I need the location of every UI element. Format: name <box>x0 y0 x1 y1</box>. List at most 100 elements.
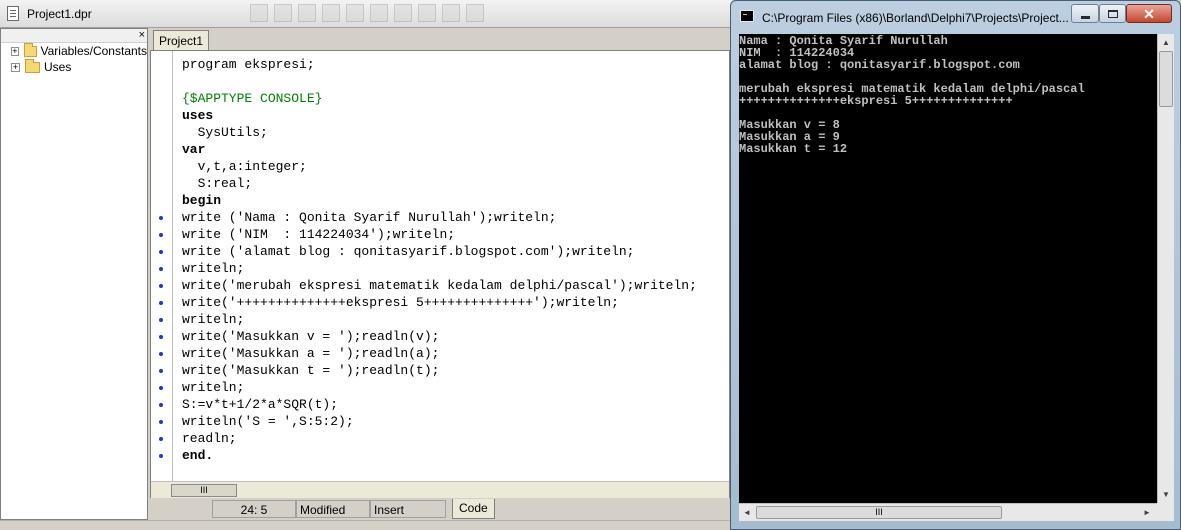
code-line[interactable]: end. <box>182 447 697 464</box>
code-line[interactable]: write('Masukkan a = ');readln(a); <box>182 345 697 362</box>
executable-line-marker <box>159 233 163 237</box>
tree-item-label: Variables/Constants <box>40 44 148 58</box>
executable-line-marker <box>159 318 163 322</box>
console-app-icon <box>740 10 754 22</box>
console-text: Nama : Qonita Syarif Nurullah NIM : 11422… <box>739 35 1157 155</box>
tab-code[interactable]: Code <box>452 499 495 519</box>
ide-titlebar[interactable]: Project1.dpr <box>0 0 732 28</box>
toolbar-button <box>346 4 364 22</box>
code-line[interactable]: S:=v*t+1/2*a*SQR(t); <box>182 396 697 413</box>
expand-icon[interactable]: + <box>11 46 19 56</box>
executable-line-marker <box>159 352 163 356</box>
maximize-button[interactable] <box>1099 4 1126 23</box>
executable-line-marker <box>159 403 163 407</box>
toolbar-button <box>370 4 388 22</box>
tab-project1[interactable]: Project1 <box>153 30 210 51</box>
code-line[interactable]: uses <box>182 107 697 124</box>
console-title: C:\Program Files (x86)\Borland\Delphi7\P… <box>762 11 1069 25</box>
minimize-icon <box>1080 15 1090 19</box>
scroll-down-arrow[interactable]: ▼ <box>1158 486 1174 503</box>
scroll-thumb[interactable] <box>1159 51 1173 107</box>
code-line[interactable]: write ('NIM : 114224034');writeln; <box>182 226 697 243</box>
scrollbar-corner <box>1157 503 1174 521</box>
code-line[interactable]: writeln; <box>182 379 697 396</box>
folder-icon <box>25 58 40 73</box>
executable-line-marker <box>159 267 163 271</box>
scroll-up-arrow[interactable]: ▲ <box>1158 34 1174 51</box>
maximize-icon <box>1107 9 1118 18</box>
tree-item-uses[interactable]: + Uses <box>1 58 147 75</box>
ide-bottom-edge <box>0 520 732 530</box>
executable-line-marker <box>159 369 163 373</box>
toolbar-button <box>250 4 268 22</box>
executable-line-marker <box>159 250 163 254</box>
code-line[interactable]: write ('Nama : Qonita Syarif Nurullah');… <box>182 209 697 226</box>
scroll-thumb[interactable]: III <box>756 506 1002 519</box>
code-line[interactable]: begin <box>182 192 697 209</box>
toolbar-button <box>274 4 292 22</box>
editor-tabbar: Project1 <box>150 28 730 51</box>
executable-line-marker <box>159 284 163 288</box>
console-output[interactable]: Nama : Qonita Syarif Nurullah NIM : 11422… <box>739 34 1174 521</box>
scroll-left-arrow[interactable]: ◄ <box>739 504 755 521</box>
code-line[interactable]: S:real; <box>182 175 697 192</box>
code-line[interactable]: SysUtils; <box>182 124 697 141</box>
tree-item-variables-constants[interactable]: + Variables/Constants <box>1 42 148 59</box>
toolbar-button <box>418 4 436 22</box>
console-window: C:\Program Files (x86)\Borland\Delphi7\P… <box>730 0 1181 530</box>
editor-statusbar: 24: 5 Modified Insert Code <box>150 498 730 520</box>
executable-line-marker <box>159 386 163 390</box>
code-line[interactable]: write('Masukkan v = ');readln(v); <box>182 328 697 345</box>
expand-icon[interactable]: + <box>11 62 20 72</box>
code-line[interactable]: v,t,a:integer; <box>182 158 697 175</box>
executable-line-marker <box>159 437 163 441</box>
scroll-thumb[interactable]: III <box>171 484 237 497</box>
code-line[interactable]: writeln; <box>182 260 697 277</box>
modified-status: Modified <box>296 500 370 518</box>
executable-line-marker <box>159 216 163 220</box>
executable-line-marker <box>159 420 163 424</box>
code-editor[interactable]: program ekspresi; {$APPTYPE CONSOLE} uses … <box>150 50 730 505</box>
code-line[interactable]: write('++++++++++++++ekspresi 5+++++++++… <box>182 294 697 311</box>
code-line[interactable]: writeln; <box>182 311 697 328</box>
console-titlebar[interactable]: C:\Program Files (x86)\Borland\Delphi7\P… <box>731 1 1180 34</box>
executable-line-marker <box>159 454 163 458</box>
executable-line-marker <box>159 335 163 339</box>
console-line: Masukkan t = 12 <box>739 142 848 156</box>
cursor-position: 24: 5 <box>212 500 296 518</box>
explorer-close-button[interactable]: × <box>139 29 145 42</box>
code-line[interactable]: program ekspresi; <box>182 56 697 73</box>
background-toolbar <box>250 4 484 24</box>
executable-line-marker <box>159 301 163 305</box>
editor-horizontal-scrollbar[interactable]: III <box>151 481 729 498</box>
code-editor-pane: Project1 program ekspresi; {$APPTYPE CONS… <box>150 28 730 520</box>
toolbar-button <box>394 4 412 22</box>
console-line: alamat blog : qonitasyarif.blogspot.com <box>739 58 1020 72</box>
minimize-button[interactable] <box>1071 4 1099 23</box>
toolbar-button <box>322 4 340 22</box>
toolbar-button <box>298 4 316 22</box>
code-line[interactable] <box>182 73 697 90</box>
code-line[interactable]: {$APPTYPE CONSOLE} <box>182 90 697 107</box>
code-line[interactable]: write('Masukkan t = ');readln(t); <box>182 362 697 379</box>
folder-icon <box>23 42 37 57</box>
code-line[interactable]: var <box>182 141 697 158</box>
close-button[interactable]: ✕ <box>1126 4 1172 23</box>
explorer-header: × <box>1 29 147 43</box>
code-line[interactable]: write ('alamat blog : qonitasyarif.blogs… <box>182 243 697 260</box>
scroll-right-arrow[interactable]: ► <box>1139 504 1155 521</box>
tree-item-label: Uses <box>44 60 72 74</box>
source-code[interactable]: program ekspresi; {$APPTYPE CONSOLE} uses … <box>182 56 697 464</box>
code-explorer: × + Variables/Constants + Uses <box>0 28 148 520</box>
code-line[interactable]: write('merubah ekspresi matematik kedala… <box>182 277 697 294</box>
code-line[interactable]: writeln('S = ',S:5:2); <box>182 413 697 430</box>
code-line[interactable]: readln; <box>182 430 697 447</box>
breakpoint-gutter[interactable] <box>151 51 173 481</box>
ide-window: Project1.dpr × + Variables/Constants + U… <box>0 0 732 530</box>
document-icon <box>7 6 19 21</box>
console-vertical-scrollbar[interactable]: ▲ ▼ <box>1157 34 1174 503</box>
ide-title: Project1.dpr <box>27 7 92 21</box>
close-icon: ✕ <box>1143 5 1155 22</box>
console-horizontal-scrollbar[interactable]: ◄ III ► <box>739 503 1157 521</box>
toolbar-button <box>442 4 460 22</box>
